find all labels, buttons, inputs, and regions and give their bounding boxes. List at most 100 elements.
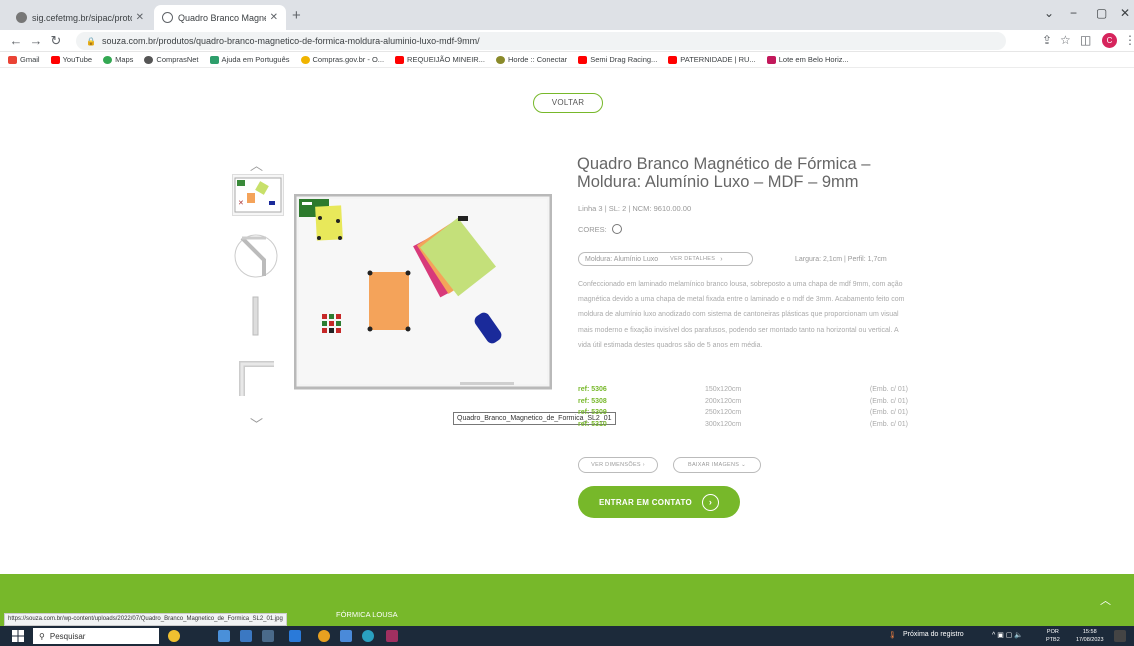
- ref-code: ref: 5306: [578, 386, 607, 393]
- close-icon[interactable]: ✕: [270, 12, 278, 23]
- chrome-icon[interactable]: [318, 630, 330, 642]
- star-icon[interactable]: ☆: [1060, 33, 1071, 47]
- ref-dimension: 300x120cm: [705, 420, 742, 428]
- bookmarks-bar: Gmail YouTube Maps ComprasNet Ajuda em P…: [0, 52, 1134, 68]
- ref-packaging: (Emb. c/ 01): [869, 386, 908, 393]
- tab-search-icon[interactable]: ⌄: [1044, 6, 1054, 20]
- globe-icon: [16, 12, 27, 23]
- menu-icon[interactable]: ⋮: [1124, 33, 1134, 47]
- bookmark-requeijao[interactable]: REQUEIJÃO MINEIR...: [395, 55, 485, 64]
- address-bar[interactable]: 🔒 souza.com.br/produtos/quadro-branco-ma…: [76, 32, 1006, 50]
- mail-icon[interactable]: [289, 630, 301, 642]
- window-close-button[interactable]: ✕: [1120, 6, 1130, 20]
- moldura-label: Moldura: Alumínio Luxo: [585, 255, 659, 263]
- bookmark-semi-drag[interactable]: Semi Drag Racing...: [578, 55, 657, 64]
- color-swatch[interactable]: [611, 224, 622, 234]
- language-indicator[interactable]: POR PTB2: [1046, 628, 1060, 644]
- thermometer-icon[interactable]: 🌡: [888, 631, 897, 639]
- store-icon[interactable]: [240, 630, 252, 642]
- navigation-bar: ← → ↻ 🔒 souza.com.br/produtos/quadro-bra…: [0, 30, 1134, 52]
- product-main-image[interactable]: [293, 193, 553, 390]
- product-title: Quadro Branco Magnético de Fórmica – Mol…: [577, 155, 871, 191]
- whiteboard-thumbnail-image: ✕: [234, 177, 282, 213]
- product-description: Confeccionado em laminado melamínico bra…: [578, 281, 905, 349]
- tab-quadro[interactable]: Quadro Branco Magnético de F... ✕: [154, 5, 286, 30]
- tab-title: Quadro Branco Magnético de F...: [178, 12, 266, 23]
- status-bar-url: https://souza.com.br/wp-content/uploads/…: [4, 613, 287, 626]
- footer-link-formica-lousa[interactable]: FÓRMICA LOUSA: [336, 610, 398, 619]
- thumbnail-4[interactable]: [232, 356, 284, 398]
- bookmark-maps[interactable]: Maps: [103, 55, 133, 64]
- loading-icon: [162, 12, 173, 23]
- lock-icon: 🔒: [86, 36, 96, 46]
- gear-icon: [495, 55, 505, 64]
- back-to-top-icon[interactable]: ︿: [1100, 592, 1111, 608]
- ver-detalhes-link[interactable]: VER DETALHES: [670, 256, 715, 262]
- ref-packaging: (Emb. c/ 01): [869, 397, 908, 405]
- youtube-icon: [578, 55, 588, 64]
- bookmark-lote[interactable]: Lote em Belo Horiz...: [766, 55, 849, 64]
- task-view-icon[interactable]: [218, 630, 230, 642]
- gov-icon: [300, 55, 310, 64]
- chevron-down-icon[interactable]: ﹀: [250, 414, 263, 433]
- largura-text: Largura: 2,1cm | Perfil: 1,7cm: [795, 256, 887, 263]
- search-icon: ⚲: [39, 631, 45, 641]
- bookmark-comprasnet[interactable]: ComprasNet: [144, 55, 199, 64]
- tab-sipac[interactable]: sig.cefetmg.br/sipac/protocolo/ ✕: [8, 5, 152, 30]
- notifications-icon[interactable]: [1114, 630, 1126, 642]
- calculator-icon[interactable]: [262, 630, 274, 642]
- entrar-em-contato-button[interactable]: ENTRAR EM CONTATO ›: [578, 486, 740, 518]
- weather-text[interactable]: Próxima do registro: [903, 631, 964, 638]
- bookmark-compras-gov[interactable]: Compras.gov.br - O...: [300, 55, 384, 64]
- edge-icon[interactable]: [362, 630, 374, 642]
- youtube-icon: [395, 55, 405, 64]
- restore-button[interactable]: ▢: [1096, 6, 1107, 20]
- ref-dimension: 200x120cm: [705, 397, 742, 405]
- new-tab-button[interactable]: +: [292, 7, 301, 24]
- bookmark-paternidade[interactable]: PATERNIDADE | RU...: [668, 55, 756, 64]
- thumbnail-3[interactable]: [232, 295, 284, 337]
- winrar-icon[interactable]: [386, 630, 398, 642]
- bookmark-youtube[interactable]: YouTube: [50, 55, 92, 64]
- voltar-button[interactable]: VOLTAR: [533, 93, 603, 113]
- chevron-up-icon[interactable]: ︿: [250, 155, 263, 174]
- back-arrow-icon[interactable]: ←: [6, 33, 26, 48]
- ref-packaging: (Emb. c/ 01): [869, 420, 908, 428]
- close-icon[interactable]: ✕: [136, 12, 144, 23]
- youtube-icon: [668, 55, 678, 64]
- windows-taskbar: ⚲ Pesquisar 🌡 Próxima do registro ^ ▣ ▢ …: [0, 626, 1134, 646]
- baixar-imagens-button[interactable]: BAIXAR IMAGENS ⌄: [673, 457, 761, 473]
- thumbnail-1[interactable]: ✕: [232, 174, 284, 216]
- bookmark-ajuda[interactable]: Ajuda em Português: [209, 55, 290, 64]
- moldura-pill[interactable]: Moldura: Alumínio Luxo VER DETALHES ›: [578, 252, 753, 266]
- bookmark-horde[interactable]: Horde :: Conectar: [495, 55, 567, 64]
- url-text: souza.com.br/produtos/quadro-branco-magn…: [101, 36, 480, 46]
- svg-text:✕: ✕: [238, 200, 244, 207]
- clock[interactable]: 15:58 17/08/2023: [1076, 628, 1104, 644]
- bookmark-gmail[interactable]: Gmail: [8, 55, 40, 64]
- profile-avatar[interactable]: C: [1102, 33, 1117, 48]
- forward-arrow-icon[interactable]: →: [26, 33, 46, 48]
- ref-code: ref: 5310: [578, 420, 607, 428]
- windows-start-icon[interactable]: [12, 630, 24, 642]
- colors-label: CORES:: [578, 224, 607, 234]
- arrow-right-icon: ›: [702, 493, 720, 511]
- side-panel-icon[interactable]: ◫: [1080, 33, 1091, 47]
- share-icon[interactable]: ⇪: [1042, 33, 1052, 47]
- ref-dimension: 150x120cm: [705, 386, 742, 393]
- teams-icon[interactable]: [340, 630, 352, 642]
- mb-icon: [766, 55, 776, 64]
- widgets-icon[interactable]: [168, 630, 180, 642]
- reload-icon[interactable]: ↻: [46, 33, 66, 49]
- ref-code: ref: 5309: [578, 409, 607, 416]
- frame-corner-thumbnail-image: [234, 234, 278, 278]
- tab-bar: sig.cefetmg.br/sipac/protocolo/ ✕ Quadro…: [0, 0, 1134, 30]
- taskbar-search[interactable]: ⚲ Pesquisar: [33, 628, 159, 644]
- globe-icon: [144, 55, 154, 64]
- ver-dimensoes-button[interactable]: VER DIMENSÕES ›: [578, 457, 658, 473]
- colors-row: CORES:: [578, 224, 622, 234]
- tray-icons[interactable]: ^ ▣ ▢ 🔈: [992, 631, 1023, 639]
- thumbnail-2[interactable]: [232, 230, 284, 278]
- minimize-button[interactable]: −: [1070, 6, 1077, 20]
- table-row: ref: 5308 200x120cm (Emb. c/ 01): [578, 398, 908, 410]
